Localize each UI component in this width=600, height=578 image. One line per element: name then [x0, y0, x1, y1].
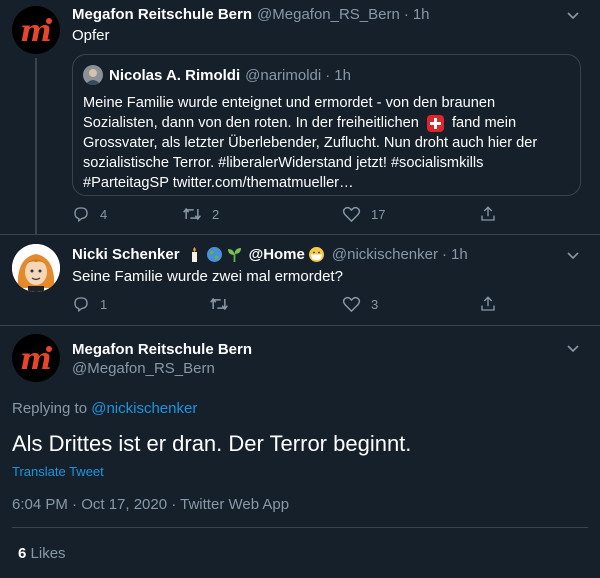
quoted-line: Grossvater, als letzter Überlebender, Zu…: [83, 135, 538, 151]
megafon-logo-icon: m: [20, 15, 52, 45]
tweet1-author-name[interactable]: Megafon Reitschule Bern: [72, 6, 252, 23]
divider: [0, 325, 600, 326]
thread-line: [35, 58, 37, 234]
share-button[interactable]: [479, 295, 497, 313]
seedling-icon: [226, 246, 243, 263]
retweet-icon: [210, 297, 228, 311]
tweet1-actions: 4 2 17: [72, 205, 497, 223]
quoted-header: Nicolas A. Rimoldi @narimoldi · 1h: [109, 67, 351, 84]
retweet-button[interactable]: [209, 295, 342, 313]
separator-dot: ·: [403, 6, 409, 23]
chevron-down-icon[interactable]: [565, 247, 581, 263]
tweet2-header: Nicki Schenker @Home @nickischenker · 1h: [72, 246, 468, 263]
retweet-icon: [183, 207, 201, 221]
quoted-line: #ParteitagSP twitter.com/thematmueller…: [83, 175, 354, 191]
replying-to-link[interactable]: @nickischenker: [91, 400, 197, 417]
tweet2-time[interactable]: 1h: [451, 246, 468, 263]
chevron-down-icon[interactable]: [565, 7, 581, 23]
translate-tweet-link[interactable]: Translate Tweet: [12, 464, 104, 479]
tweet1-time[interactable]: 1h: [413, 6, 430, 23]
heart-icon: [342, 296, 361, 313]
megafon-avatar[interactable]: m: [12, 6, 60, 54]
reply-count: 1: [100, 296, 108, 312]
retweet-count: 2: [212, 206, 220, 222]
tweet1-author-handle[interactable]: @Megafon_RS_Bern: [257, 6, 400, 23]
mask-face-icon: [308, 246, 325, 263]
separator-dot: ·: [325, 67, 331, 84]
quoted-author-name: Nicolas A. Rimoldi: [109, 67, 241, 84]
separator-dot: ·: [441, 246, 447, 263]
tweet2-text: Seine Familie wurde zwei mal ermordet?: [72, 268, 343, 285]
quoted-time: 1h: [334, 67, 351, 84]
replying-to-line: Replying to @nickischenker: [12, 400, 197, 417]
megafon-logo-icon: m: [20, 343, 52, 373]
tweet2-actions: 1 3: [72, 295, 497, 313]
candle-icon: [186, 246, 203, 263]
nicki-avatar-illustration: [12, 244, 60, 292]
share-icon: [481, 296, 495, 311]
divider: [12, 527, 588, 528]
quoted-tweet-card[interactable]: Nicolas A. Rimoldi @narimoldi · 1h Meine…: [72, 54, 581, 196]
retweet-button[interactable]: 2: [182, 205, 342, 223]
share-button[interactable]: [479, 205, 497, 223]
quoted-text: Meine Familie wurde enteignet und ermord…: [83, 93, 578, 193]
reply-button[interactable]: 1: [72, 295, 209, 313]
tweet2-author-name[interactable]: Nicki Schenker: [72, 246, 180, 263]
quoted-line: Meine Familie wurde enteignet und ermord…: [83, 95, 496, 111]
reply-button[interactable]: 4: [72, 205, 182, 223]
divider: [0, 234, 600, 235]
globe-icon: [206, 246, 223, 263]
megafon-avatar[interactable]: m: [12, 334, 60, 382]
quoted-line: Sozialisten, dann von den roten. In der …: [83, 113, 578, 133]
like-button[interactable]: 17: [342, 205, 479, 223]
main-tweet-text: Als Drittes ist er dran. Der Terror begi…: [12, 431, 412, 456]
likes-stat[interactable]: 6 Likes: [18, 545, 66, 562]
quoted-line-text: fand mein: [452, 115, 517, 131]
swiss-flag-icon: [426, 114, 444, 132]
chevron-down-icon[interactable]: [565, 340, 581, 356]
replying-to-label: Replying to: [12, 400, 88, 417]
nicki-avatar[interactable]: [12, 244, 60, 292]
quoted-author-handle: @narimoldi: [245, 67, 322, 84]
like-button[interactable]: 3: [342, 295, 479, 313]
tweet-timestamp-meta[interactable]: 6:04 PM · Oct 17, 2020 · Twitter Web App: [12, 496, 289, 513]
tweet2-name-suffix: @Home: [248, 246, 305, 263]
reply-icon: [74, 297, 88, 313]
tweet2-author-handle[interactable]: @nickischenker: [332, 246, 438, 263]
quoted-line-text: Sozialisten, dann von den roten. In der …: [83, 115, 419, 131]
likes-label: Likes: [30, 545, 66, 562]
quoted-author-avatar: [83, 65, 103, 85]
tweet1-header: Megafon Reitschule Bern @Megafon_RS_Bern…: [72, 6, 430, 23]
tweet1-text: Opfer: [72, 27, 110, 44]
reply-count: 4: [100, 206, 108, 222]
like-count: 3: [371, 296, 379, 312]
likes-count: 6: [18, 545, 27, 562]
share-icon: [481, 206, 495, 221]
main-author-handle[interactable]: @Megafon_RS_Bern: [72, 360, 215, 377]
reply-icon: [74, 207, 88, 223]
like-count: 17: [371, 206, 386, 222]
main-author-name[interactable]: Megafon Reitschule Bern: [72, 341, 252, 358]
heart-icon: [342, 206, 361, 223]
quoted-line: sozialistische Terror. #liberalerWiderst…: [83, 155, 484, 171]
